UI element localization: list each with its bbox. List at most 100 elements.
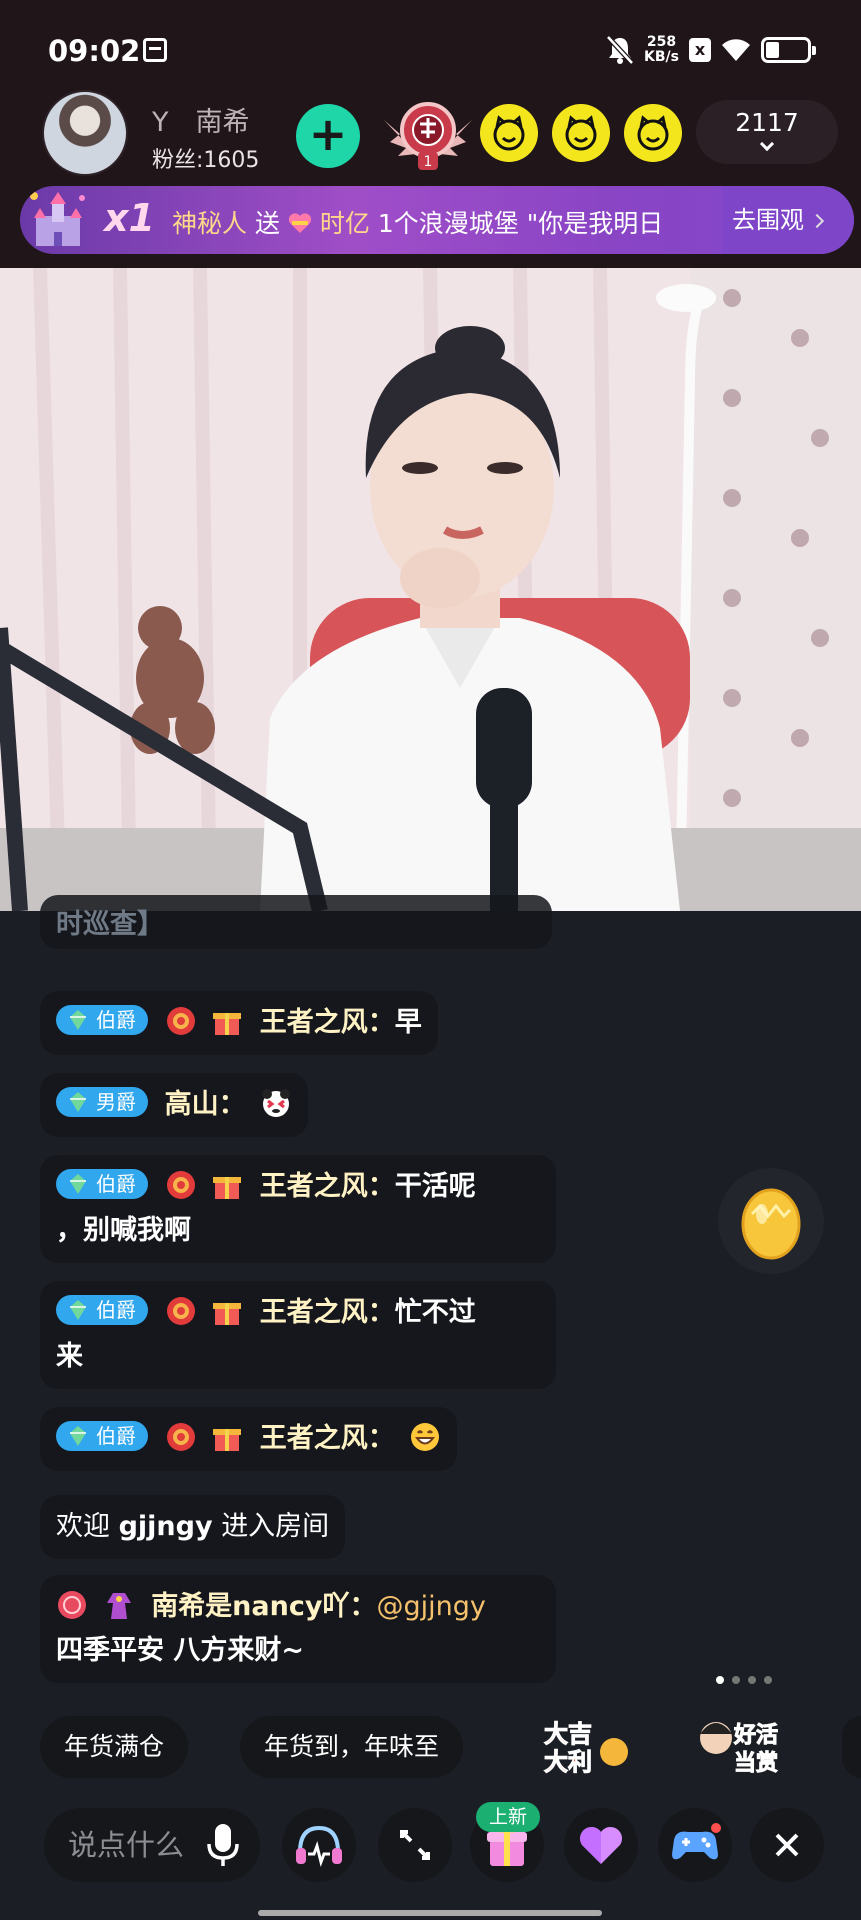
anchor-name[interactable]: Y 南希: [152, 100, 250, 139]
chat-item[interactable]: 伯爵 王者之风：干活呢 ，别喊我啊: [40, 1155, 556, 1263]
gift-icon: [213, 1303, 242, 1325]
gift-message: "你是我明日: [526, 209, 664, 238]
sticker-dajidali-line1: 大吉: [544, 1720, 592, 1748]
chat-username: 王者之风：: [259, 1423, 395, 1454]
home-indicator[interactable]: [258, 1910, 602, 1916]
wifi-icon: [722, 39, 750, 61]
chat-item[interactable]: 伯爵 王者之风：早: [40, 991, 438, 1055]
chat-username: 王者之风：: [259, 1297, 395, 1328]
gift-verb: 送: [254, 209, 280, 238]
gift-sender: 神秘人: [172, 209, 248, 238]
diamond-icon: [70, 1092, 86, 1112]
welcome-prefix: 欢迎: [56, 1511, 110, 1542]
notification-app-icon: [143, 38, 167, 62]
noble-badge: 男爵: [56, 1087, 148, 1117]
anchor-row: Y 南希 粉丝:1605 + 1 2117: [0, 90, 861, 180]
castle-gift-icon: [30, 192, 85, 246]
welcome-suffix: 进入房间: [221, 1511, 330, 1542]
diamond-icon: [70, 1010, 86, 1030]
gift-icon: [213, 1013, 242, 1035]
game-button[interactable]: [658, 1808, 732, 1882]
viewer-avatar[interactable]: [624, 104, 682, 162]
quick-chip[interactable]: 年货满仓: [40, 1716, 189, 1778]
gift-broadcast-banner[interactable]: x1 神秘人 送 时亿 1个浪漫城堡 "你是我明日 去围观: [20, 186, 854, 254]
noble-badge: 伯爵: [56, 1295, 148, 1325]
viewer-avatar[interactable]: [480, 104, 538, 162]
chat-username: 高山：: [164, 1089, 246, 1120]
chat-item[interactable]: 伯爵 王者之风：忙不过 来: [40, 1281, 556, 1389]
bottom-bar: 说点什么 上新: [0, 1800, 861, 1900]
diamond-icon: [70, 1174, 86, 1194]
live-video[interactable]: [0, 268, 861, 911]
golden-egg-button[interactable]: [718, 1168, 824, 1274]
close-button[interactable]: [750, 1808, 824, 1882]
chat-message-cont: 来: [56, 1341, 83, 1372]
chat-message: 早: [394, 1007, 422, 1038]
gift-icon: [213, 1177, 242, 1199]
fullscreen-button[interactable]: [378, 1808, 452, 1882]
diamond-icon: [70, 1300, 86, 1320]
fan-badge-icon: [166, 1297, 195, 1325]
follow-button[interactable]: +: [296, 104, 360, 168]
golden-egg-icon: [741, 1188, 801, 1260]
viewer-count-button[interactable]: 2117: [696, 100, 838, 164]
fan-badge-icon: [166, 1423, 195, 1451]
gift-icon: [213, 1429, 242, 1451]
quick-chip[interactable]: 年货到，年味至: [240, 1716, 464, 1778]
network-speed: 258 KB/s: [644, 34, 679, 65]
sticker-dajidali[interactable]: 大吉 大利: [534, 1712, 634, 1782]
fan-badge-icon: [166, 1007, 195, 1035]
reward-sticker-icon: 好活 当赏: [700, 1722, 779, 1777]
anchor-avatar[interactable]: [42, 90, 128, 176]
noble-robe-icon: [106, 1593, 131, 1619]
panda-emoji-icon: [262, 1089, 291, 1117]
gift-receiver: 时亿: [319, 209, 370, 238]
chat-item[interactable]: 伯爵 王者之风：: [40, 1407, 458, 1471]
chat-item-welcome[interactable]: 欢迎 gjjngy 进入房间: [40, 1495, 346, 1559]
close-icon: [775, 1833, 799, 1857]
mute-bell-icon: [606, 35, 634, 65]
anchor-fans-count: 粉丝:1605: [152, 148, 260, 173]
top-viewers: [480, 104, 682, 162]
chat-list[interactable]: 时巡查】 伯爵 王者之风：早 男爵 高山： 伯爵 王者之风：干活呢 ，别喊我啊: [0, 895, 861, 1683]
noble-badge: 伯爵: [56, 1421, 148, 1451]
sticker-haohuodangshang-line1: 好活: [733, 1722, 778, 1748]
default-avatar-icon: [493, 115, 525, 151]
headphone-wave-icon: [296, 1825, 342, 1868]
default-avatar-icon: [565, 115, 597, 151]
anchor-badge-icon: [58, 1591, 86, 1619]
sticker-haohuodangshang[interactable]: 好活 当赏: [694, 1712, 794, 1782]
chat-message-cont: ，别喊我啊: [56, 1215, 191, 1246]
heart-icon: [288, 213, 312, 233]
go-watch-label: 去围观: [732, 206, 804, 234]
sticker-haohuodangshang-line2: 当赏: [734, 1751, 778, 1776]
gamepad-icon: [672, 1823, 721, 1860]
battery-icon: [761, 37, 816, 63]
like-button[interactable]: [564, 1808, 638, 1882]
heart-icon: [579, 1826, 623, 1864]
quick-chip-overflow[interactable]: [842, 1716, 861, 1778]
viewer-avatar[interactable]: [552, 104, 610, 162]
welcome-user: gjjngy: [118, 1511, 213, 1542]
microphone-icon[interactable]: [206, 1822, 240, 1868]
chat-item[interactable]: 男爵 高山：: [40, 1073, 309, 1137]
rank-badge-icon[interactable]: 1: [380, 94, 476, 174]
status-time: 09:02: [48, 34, 141, 68]
carousel-dots: [716, 1676, 772, 1684]
noble-badge: 伯爵: [56, 1005, 148, 1035]
gift-text: 神秘人 送 时亿 1个浪漫城堡 "你是我明日: [172, 204, 728, 240]
fan-badge-icon: [166, 1171, 195, 1199]
go-watch-button[interactable]: 去围观: [722, 186, 854, 254]
grin-emoji-icon: [411, 1423, 440, 1451]
video-frame: [0, 268, 861, 911]
status-icons: 258 KB/s x: [606, 30, 816, 70]
rank-level: 1: [424, 154, 433, 170]
chat-input-placeholder: 说点什么: [68, 1828, 185, 1862]
status-bar: 09:02 258 KB/s x: [0, 0, 861, 90]
chat-item-anchor[interactable]: 南希是nancy吖：@gjjngy 四季平安 八方来财~: [40, 1575, 556, 1683]
voice-link-button[interactable]: [282, 1808, 356, 1882]
chat-username: 王者之风：: [259, 1171, 395, 1202]
new-tag: 上新: [476, 1802, 540, 1832]
lucky-sticker-icon: 大吉 大利: [544, 1720, 628, 1777]
default-avatar-icon: [637, 115, 669, 151]
